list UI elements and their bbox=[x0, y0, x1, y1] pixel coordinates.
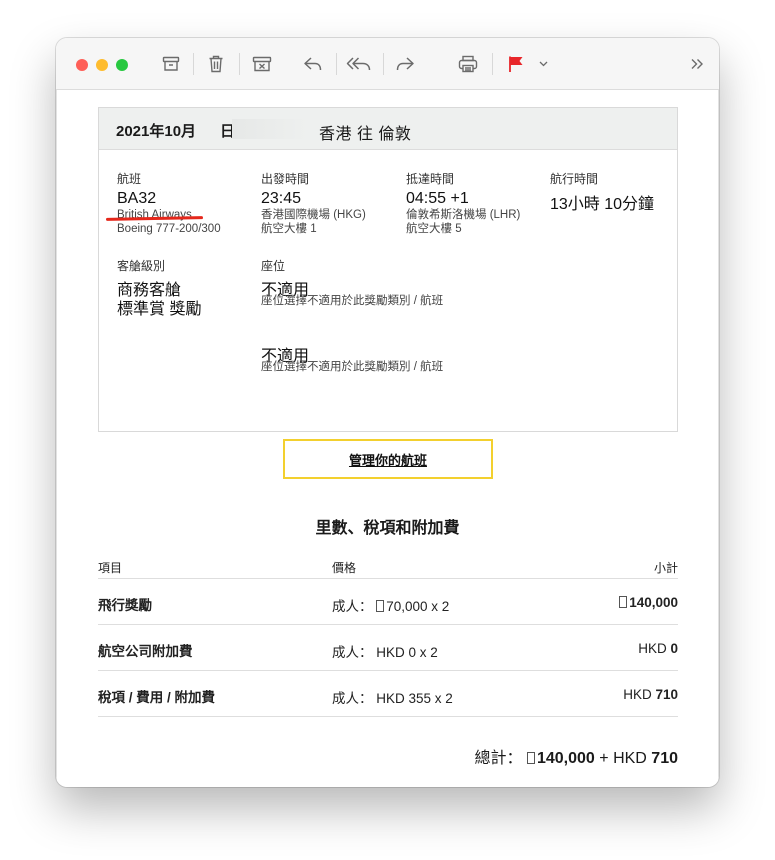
flight-card-header: 2021年10月 日 香港 往 倫敦 bbox=[99, 108, 677, 150]
flag-icon bbox=[509, 56, 523, 72]
miles-icon bbox=[526, 752, 535, 764]
fee-price-carrier: 成人： HKD 0 x 2 bbox=[332, 645, 438, 660]
more-icon bbox=[691, 59, 703, 69]
reply-icon bbox=[304, 57, 322, 71]
fees-section-title: 里數、稅項和附加費 bbox=[315, 520, 460, 537]
forward-icon bbox=[396, 57, 414, 71]
flight-card: 2021年10月 日 香港 往 倫敦 航班 BA32 British Airwa… bbox=[98, 107, 678, 432]
col-header-item: 項目 bbox=[98, 561, 123, 575]
flag-button[interactable] bbox=[504, 52, 528, 76]
depart-terminal: 航空大樓 1 bbox=[261, 223, 317, 235]
minimize-window-button[interactable] bbox=[96, 59, 108, 71]
reply-button[interactable] bbox=[301, 52, 325, 76]
mail-window: 2021年10月 日 香港 往 倫敦 航班 BA32 British Airwa… bbox=[56, 38, 719, 787]
fee-price-taxes: 成人： HKD 355 x 2 bbox=[332, 691, 453, 706]
arrive-airport: 倫敦希斯洛機場 (LHR) bbox=[406, 209, 521, 221]
forward-button[interactable] bbox=[393, 52, 417, 76]
arrive-terminal: 航空大樓 5 bbox=[406, 223, 462, 235]
junk-button[interactable] bbox=[249, 52, 275, 76]
archive-button[interactable] bbox=[159, 52, 183, 76]
miles-icon bbox=[619, 596, 628, 608]
chevron-down-icon bbox=[539, 61, 547, 67]
miles-icon bbox=[376, 600, 385, 612]
aircraft-type: Boeing 777-200/300 bbox=[117, 223, 221, 235]
fee-subtotal-taxes: HKD 710 bbox=[623, 687, 678, 702]
fee-item-carrier: 航空公司附加費 bbox=[98, 644, 193, 659]
flight-date: 2021年10月 bbox=[116, 123, 197, 140]
duration-label: 航行時間 bbox=[550, 172, 599, 186]
zoom-window-button[interactable] bbox=[116, 59, 128, 71]
close-window-button[interactable] bbox=[76, 59, 88, 71]
reply-all-button[interactable] bbox=[345, 52, 373, 76]
arrive-label: 抵達時間 bbox=[406, 172, 455, 186]
reply-all-icon bbox=[346, 57, 371, 71]
depart-time: 23:45 bbox=[261, 190, 302, 207]
manage-flight-button[interactable]: 管理你的航班 bbox=[283, 439, 493, 479]
redacted-area bbox=[232, 119, 308, 139]
seat-label: 座位 bbox=[261, 259, 286, 273]
fee-subtotal-carrier: HKD 0 bbox=[638, 641, 678, 656]
print-button[interactable] bbox=[456, 52, 480, 76]
depart-airport: 香港國際機場 (HKG) bbox=[261, 209, 366, 221]
col-header-subtotal: 小計 bbox=[653, 561, 678, 575]
print-icon bbox=[458, 55, 478, 73]
depart-label: 出發時間 bbox=[261, 172, 310, 186]
seat-note-2: 座位選擇不適用於此獎勵類別 / 航班 bbox=[261, 361, 444, 373]
flight-duration: 13小時 10分鐘 bbox=[550, 196, 655, 213]
cabin-label: 客艙級別 bbox=[117, 259, 166, 273]
toolbar-overflow-button[interactable] bbox=[688, 52, 706, 76]
toolbar bbox=[56, 38, 719, 90]
fee-item-taxes: 稅項 / 費用 / 附加費 bbox=[98, 690, 216, 705]
airline-name: British Airways bbox=[117, 209, 192, 221]
grand-total: 總計： 140,000 + HKD 710 bbox=[474, 750, 678, 767]
trash-icon bbox=[209, 55, 223, 73]
fare-type: 標準賞 獎勵 bbox=[117, 301, 202, 318]
fee-item-award: 飛行獎勵 bbox=[98, 598, 152, 613]
arrive-time: 04:55 +1 bbox=[406, 190, 469, 207]
flight-number: BA32 bbox=[117, 190, 157, 207]
junk-icon bbox=[252, 56, 272, 72]
delete-button[interactable] bbox=[204, 52, 228, 76]
fee-price-award: 成人： 70,000 x 2 bbox=[332, 599, 450, 614]
message-body[interactable]: 2021年10月 日 香港 往 倫敦 航班 BA32 British Airwa… bbox=[56, 90, 719, 787]
fee-subtotal-award: 140,000 bbox=[619, 595, 678, 610]
flight-label: 航班 bbox=[117, 172, 142, 186]
archive-icon bbox=[162, 56, 180, 71]
flight-route: 香港 往 倫敦 bbox=[319, 126, 412, 143]
seat-note-1: 座位選擇不適用於此獎勵類別 / 航班 bbox=[261, 295, 444, 307]
flag-menu-button[interactable] bbox=[536, 52, 550, 76]
col-header-price: 價格 bbox=[332, 561, 357, 575]
